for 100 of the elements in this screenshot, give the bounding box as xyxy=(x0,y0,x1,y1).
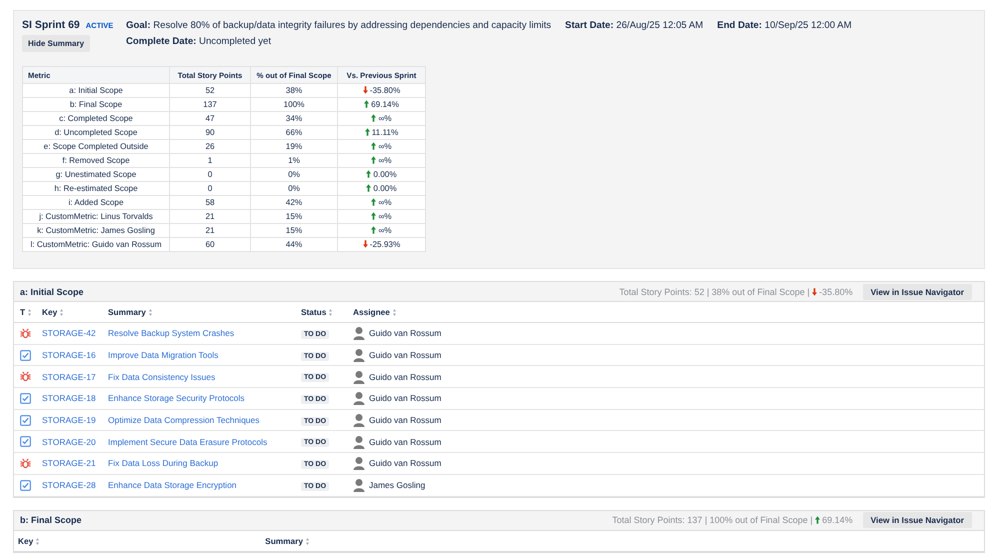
avatar-icon xyxy=(353,326,365,340)
issue-key-link[interactable]: STORAGE-16 xyxy=(42,350,96,360)
issue-summary-link[interactable]: Resolve Backup System Crashes xyxy=(108,328,234,338)
table-cell: c: Completed Scope xyxy=(22,112,170,126)
table-cell: 44% xyxy=(250,238,338,252)
issue-summary-link[interactable]: Improve Data Migration Tools xyxy=(108,350,218,360)
issue-key-link[interactable]: STORAGE-28 xyxy=(42,480,96,490)
issue-summary-link[interactable]: Optimize Data Compression Techniques xyxy=(108,415,260,426)
sort-icon[interactable] xyxy=(392,309,396,316)
change-value: ∞% xyxy=(378,212,392,221)
issue-summary-link[interactable]: Implement Secure Data Erasure Protocols xyxy=(108,436,268,447)
table-cell: 0% xyxy=(250,182,338,196)
table-cell: 42% xyxy=(250,196,338,210)
table-cell: 47 xyxy=(170,112,250,126)
avatar-icon xyxy=(353,370,365,384)
assignee-name: Guido van Rossum xyxy=(369,415,442,426)
assignee-name: Guido van Rossum xyxy=(369,372,442,382)
table-cell: i: Added Scope xyxy=(22,196,170,210)
table-cell: 100% xyxy=(250,98,338,112)
table-cell: 58 xyxy=(170,196,250,210)
assignee-name: Guido van Rossum xyxy=(369,436,442,447)
assignee-name: James Gosling xyxy=(369,480,426,490)
change-value: ∞% xyxy=(378,142,392,151)
sort-icon[interactable] xyxy=(148,309,152,316)
table-cell: 137 xyxy=(170,98,250,112)
avatar-icon xyxy=(353,434,365,449)
table-cell: 0% xyxy=(250,168,338,182)
column-header[interactable]: Key xyxy=(18,536,34,546)
table-cell: 19% xyxy=(250,140,338,154)
change-value: 0.00% xyxy=(373,170,397,179)
avatar-icon xyxy=(353,456,365,470)
table-cell: 0 xyxy=(170,168,250,182)
table-cell: j: CustomMetric: Linus Torvalds xyxy=(22,210,170,224)
column-header[interactable]: Status xyxy=(301,307,326,317)
change-value: ∞% xyxy=(378,198,392,207)
view-in-navigator-button[interactable]: View in Issue Navigator xyxy=(862,512,972,528)
table-cell: 21 xyxy=(170,210,250,224)
sort-icon[interactable] xyxy=(306,538,309,544)
table-cell: h: Re-estimated Scope xyxy=(22,182,170,196)
table-cell: g: Unestimated Scope xyxy=(22,168,170,182)
column-header[interactable]: Key xyxy=(42,307,58,317)
column-header[interactable]: T xyxy=(20,307,26,317)
table-cell: 1% xyxy=(250,154,338,168)
table-cell: 34% xyxy=(250,112,338,126)
change-value: ∞% xyxy=(378,156,392,165)
totals-text: Total Story Points: 52 | 38% out of Final Scope | xyxy=(619,286,811,296)
assignee-name: Guido van Rossum xyxy=(369,393,442,404)
table-cell: l: CustomMetric: Guido van Rossum xyxy=(22,238,170,252)
column-header[interactable]: Summary xyxy=(265,536,303,546)
issue-summary-link[interactable]: Fix Data Consistency Issues xyxy=(108,372,216,382)
table-cell: k: CustomMetric: James Gosling xyxy=(22,224,170,238)
issue-summary-link[interactable]: Enhance Storage Security Protocols xyxy=(108,393,245,404)
goal-text: Goal: Resolve 80% of backup/data integrity failures by addressing dependencies and capacity limits xyxy=(126,20,552,31)
table-cell: 1 xyxy=(170,154,250,168)
table-cell: d: Uncompleted Scope xyxy=(22,126,170,140)
table-cell: 0 xyxy=(170,182,250,196)
hide-summary-button[interactable]: Hide Summary xyxy=(22,35,90,52)
issue-summary-link[interactable]: Fix Data Loss During Backup xyxy=(108,458,218,468)
table-cell: f: Removed Scope xyxy=(22,154,170,168)
change-value: 0.00% xyxy=(373,184,397,193)
table-cell: 52 xyxy=(170,84,250,98)
column-header[interactable]: Assignee xyxy=(353,307,390,317)
table-cell: 15% xyxy=(250,210,338,224)
table-cell: 90 xyxy=(170,126,250,140)
issue-key-link[interactable]: STORAGE-19 xyxy=(42,415,96,426)
issue-key-link[interactable]: STORAGE-21 xyxy=(42,458,96,468)
change-value: 69.14% xyxy=(371,100,399,109)
view-in-navigator-button[interactable]: View in Issue Navigator xyxy=(862,284,972,300)
issue-summary-link[interactable]: Enhance Data Storage Encryption xyxy=(108,480,237,490)
table-cell: 38% xyxy=(250,84,338,98)
assignee-name: Guido van Rossum xyxy=(369,458,442,468)
assignee-name: Guido van Rossum xyxy=(369,350,442,360)
change-value: -35.80% xyxy=(819,286,853,296)
table-cell: b: Final Scope xyxy=(22,98,170,112)
table-cell: 15% xyxy=(250,224,338,238)
table-cell: 26 xyxy=(170,140,250,154)
change-value: ∞% xyxy=(378,226,392,235)
issue-key-link[interactable]: STORAGE-17 xyxy=(42,372,96,382)
end-date-text: End Date: 10/Sep/25 12:00 AM xyxy=(717,20,852,31)
change-value: 69.14% xyxy=(822,515,853,525)
sort-icon[interactable] xyxy=(60,309,64,316)
sort-icon[interactable] xyxy=(36,538,40,544)
section-title: a: Initial Scope xyxy=(20,286,85,296)
issue-key-link[interactable]: STORAGE-42 xyxy=(42,328,96,338)
table-cell: e: Scope Completed Outside xyxy=(22,140,170,154)
sort-icon[interactable] xyxy=(329,309,332,316)
sort-icon[interactable] xyxy=(28,309,32,316)
table-cell: 21 xyxy=(170,224,250,238)
change-value: ∞% xyxy=(378,114,392,123)
change-value: -25.93% xyxy=(370,240,400,249)
column-header[interactable]: Summary xyxy=(108,307,146,317)
issue-key-link[interactable]: STORAGE-18 xyxy=(42,393,96,404)
table-cell: a: Initial Scope xyxy=(22,84,170,98)
issue-key-link[interactable]: STORAGE-20 xyxy=(42,436,96,447)
avatar-icon xyxy=(353,413,365,428)
section-title: b: Final Scope xyxy=(20,515,83,525)
assignee-name: Guido van Rossum xyxy=(369,328,442,338)
sprint-name: SI Sprint 69 xyxy=(22,19,80,31)
change-value: -35.80% xyxy=(370,86,400,95)
avatar-icon xyxy=(353,348,365,362)
